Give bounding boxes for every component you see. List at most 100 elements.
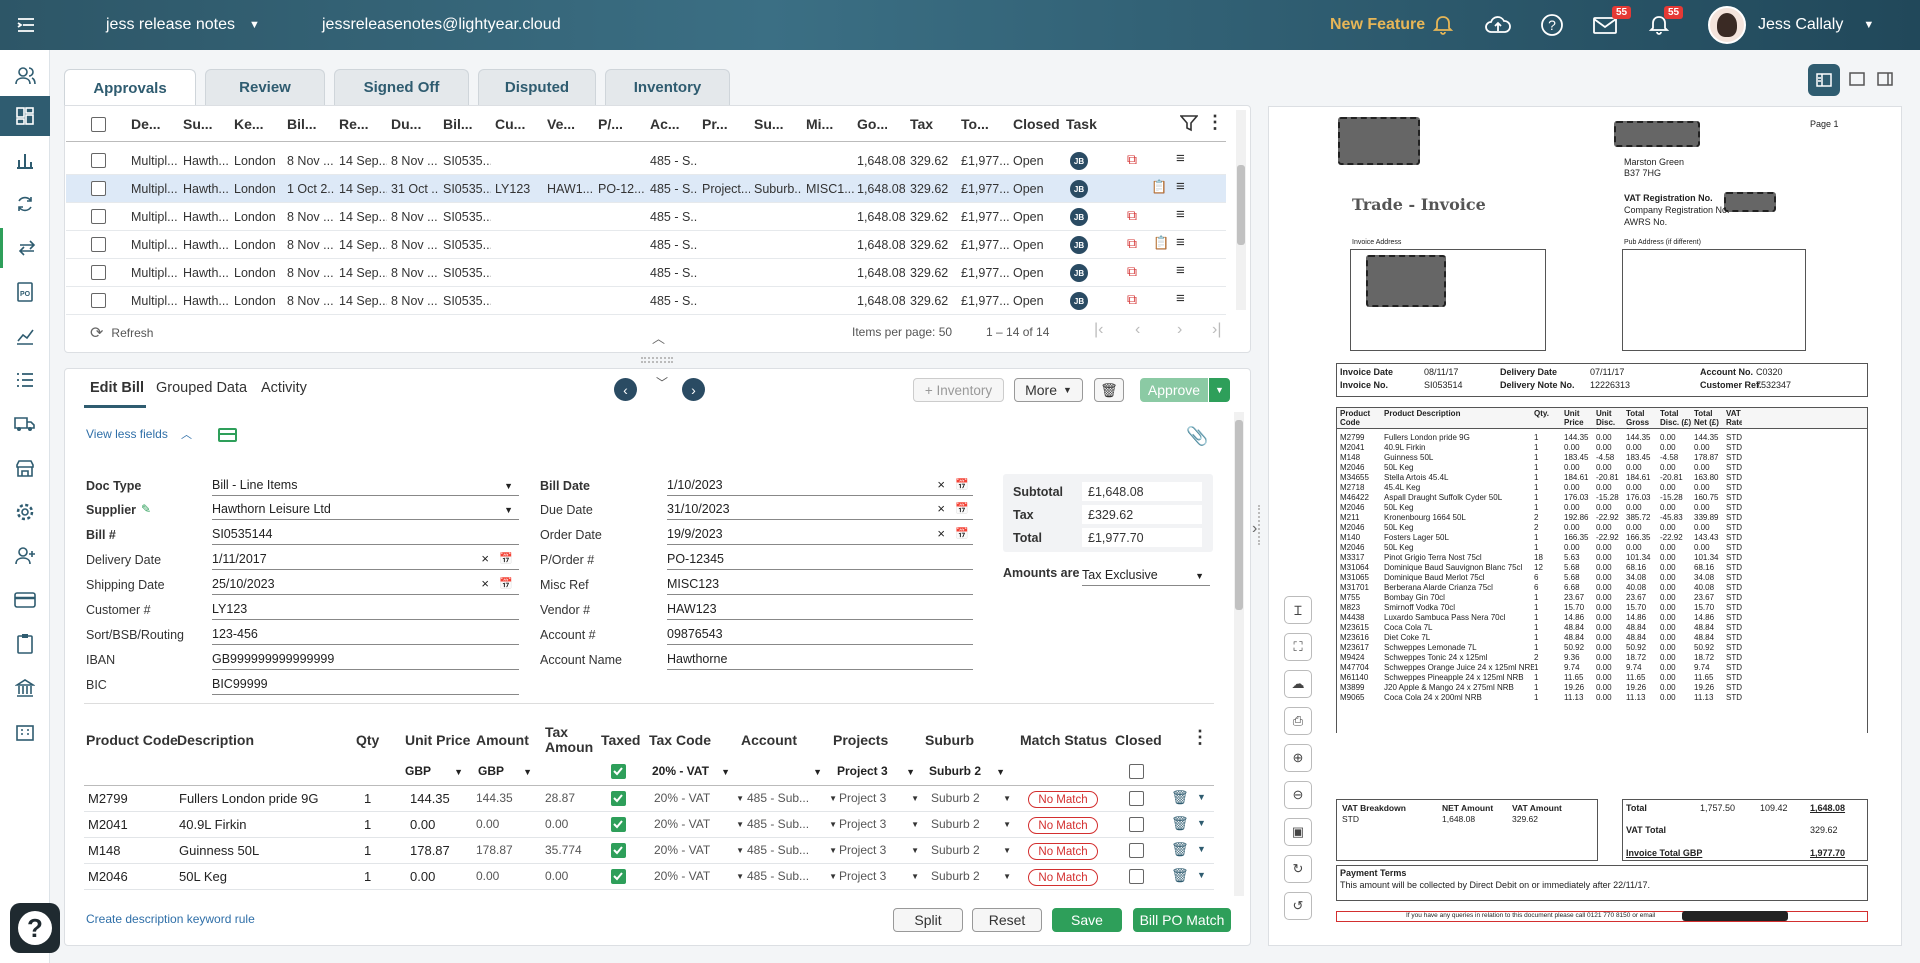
clipboard-icon[interactable]: 📋 [1153,235,1169,251]
settings-gear-icon[interactable] [0,492,50,532]
line-qty[interactable]: 1 [364,869,384,884]
filter-icon[interactable] [1179,114,1199,135]
line-taxcode-select[interactable]: 20% - VAT ▼ [654,843,744,857]
field-input[interactable]: BIC99999 [212,675,519,695]
contacts-icon[interactable] [0,56,50,96]
calendar-icon[interactable]: 📅 [955,527,969,540]
field-input[interactable]: SI0535144 [212,525,519,545]
paperclip-icon[interactable]: 📎 [1186,426,1208,447]
edit-scrollbar[interactable] [1234,412,1244,896]
inventory-button[interactable]: + Inventory [913,378,1004,402]
table-row[interactable]: Multipl... Hawth... London 8 Nov ... 14 Sep.… [66,231,1226,259]
clear-icon[interactable]: × [937,477,945,492]
field-input[interactable]: 31/10/2023 × 📅 [667,500,973,520]
transfer-icon[interactable] [0,228,50,268]
trash-icon[interactable]: 🗑 [1171,841,1189,858]
document-view-icon[interactable] [1876,70,1894,91]
field-input[interactable]: LY123 [212,600,519,620]
col-header[interactable]: Task [1066,116,1106,132]
rotate-left-tool[interactable]: ↺ [1284,892,1312,920]
prev-bill-button[interactable]: ‹ [614,378,637,401]
field-input[interactable]: HAW123 [667,600,973,620]
task-assignee-badge[interactable]: JB [1070,180,1088,198]
match-status-badge[interactable]: No Match [1028,843,1098,860]
taxed-checkbox[interactable] [611,843,626,858]
card-icon[interactable] [0,580,50,620]
line-item-row[interactable]: M2041 40.9L Firkin 1 0.00 0.00 0.00 20% - VAT ▼… [84,812,1214,838]
line-project-select[interactable]: Project 3 ▼ [839,843,919,857]
table-row[interactable]: Multipl... Hawth... London 1 Oct 2... 14 Sep… [66,175,1226,203]
line-col-qty[interactable]: Qty [356,732,379,748]
line-desc[interactable]: 40.9L Firkin [179,817,329,832]
line-suburb-select[interactable]: Suburb 2 ▼ [931,817,1011,831]
projects-filter[interactable]: Project 3 ▼ [837,762,917,782]
store-icon[interactable] [0,448,50,488]
col-header[interactable]: Tax [910,116,940,132]
clear-icon[interactable]: × [481,551,489,566]
line-qty[interactable]: 1 [364,843,384,858]
resize-handle[interactable] [641,357,673,363]
field-input[interactable]: PO-12345 [667,550,973,570]
field-input[interactable]: MISC123 [667,575,973,595]
field-input[interactable]: Hawthorn Leisure Ltd ▼ [212,500,519,520]
rotate-right-tool[interactable]: ↻ [1284,855,1312,883]
calendar-icon[interactable]: 📅 [499,552,513,565]
line-tax[interactable]: 0.00 [545,817,595,831]
field-input[interactable]: 1/10/2023 × 📅 [667,476,973,496]
tab-approvals[interactable]: Approvals [64,69,196,107]
cloud-upload-icon[interactable] [1484,0,1512,50]
grid-scrollbar[interactable] [1236,110,1246,310]
table-row[interactable]: Multipl... Hawth... London 8 Nov ... 14 Sep.… [66,203,1226,231]
col-header[interactable]: Bil... [443,116,473,132]
amount-currency-filter[interactable]: GBP ▼ [478,762,534,782]
line-code[interactable]: M2046 [88,869,158,884]
line-tax[interactable]: 0.00 [545,869,595,883]
text-select-tool[interactable]: Ɪ [1284,596,1312,624]
org-selector[interactable]: jess release notes ▼ [106,0,260,50]
bill-po-match-button[interactable]: Bill PO Match [1133,908,1231,932]
col-header[interactable]: Ac... [650,116,680,132]
help-chat-button[interactable]: ? [10,903,60,953]
next-page-icon[interactable]: › [1177,321,1182,339]
line-item-row[interactable]: M2046 50L Keg 1 0.00 0.00 0.00 20% - VAT ▼ 485 -… [84,864,1214,890]
line-col-product-code[interactable]: Product Code [86,732,178,748]
closed-checkbox[interactable] [1129,791,1144,806]
col-header[interactable]: Cu... [495,116,525,132]
duplicate-icon[interactable]: ⧉ [1127,291,1137,308]
line-suburb-select[interactable]: Suburb 2 ▼ [931,869,1011,883]
line-taxcode-select[interactable]: 20% - VAT ▼ [654,869,744,883]
purchase-order-icon[interactable]: PO [0,272,50,312]
card-view-icon[interactable] [218,428,237,442]
col-header[interactable]: Du... [391,116,421,132]
ocr-tool[interactable]: ▣ [1284,818,1312,846]
edit-pencil-icon[interactable]: ✎ [141,502,151,516]
list-icon[interactable] [0,360,50,400]
closed-filter-checkbox[interactable] [1129,764,1144,779]
task-assignee-badge[interactable]: JB [1070,264,1088,282]
line-tax[interactable]: 28.87 [545,791,595,805]
tab-edit-bill[interactable]: Edit Bill [90,380,144,396]
expand-row-icon[interactable]: ▼ [1197,818,1206,828]
expand-row-icon[interactable]: ▼ [1197,792,1206,802]
clipboard-icon[interactable] [0,624,50,664]
field-input[interactable]: 123-456 [212,625,519,645]
line-amount[interactable]: 0.00 [476,869,531,883]
col-header[interactable]: Su... [754,116,784,132]
col-header[interactable]: Bil... [287,116,317,132]
more-vertical-icon[interactable]: ⋮ [1191,727,1209,748]
duplicate-icon[interactable]: ⧉ [1127,151,1137,168]
line-col-suburb[interactable]: Suburb [925,732,974,748]
field-input[interactable]: 09876543 [667,625,973,645]
col-header[interactable]: Mi... [806,116,836,132]
add-user-icon[interactable] [0,536,50,576]
more-button[interactable]: More ▼ [1014,378,1083,402]
match-status-badge[interactable]: No Match [1028,791,1098,808]
table-row[interactable]: Multipl... Hawth... London 8 Nov ... 14 Sep.… [66,259,1226,287]
table-row[interactable]: Multipl... Hawth... London 8 Nov ... 14 Sep.… [66,287,1226,315]
line-suburb-select[interactable]: Suburb 2 ▼ [931,791,1011,805]
line-project-select[interactable]: Project 3 ▼ [839,817,919,831]
match-status-badge[interactable]: No Match [1028,817,1098,834]
row-menu-icon[interactable]: ≡ [1176,234,1185,251]
col-header[interactable]: Pr... [702,116,732,132]
field-input[interactable]: Bill - Line Items ▼ [212,476,519,496]
